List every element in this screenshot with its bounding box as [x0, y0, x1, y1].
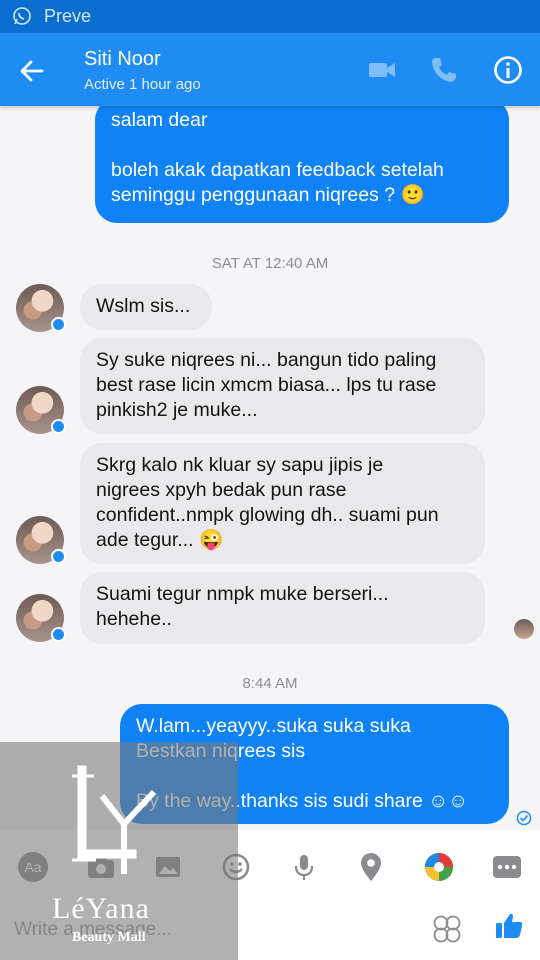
message-text: boleh akak dapatkan feedback setelah	[111, 159, 444, 181]
message-text: Wslm sis...	[96, 295, 191, 317]
location-icon[interactable]	[354, 850, 388, 884]
message-text: Sy suke niqrees ni... bangun tido paling	[96, 349, 437, 371]
avatar[interactable]	[16, 284, 66, 332]
message-text: best rase licin xmcm biasa... lps tu ras…	[96, 374, 437, 396]
avatar[interactable]	[16, 386, 66, 434]
message-text: confident..nmpk glowing dh.. suami pun	[96, 504, 439, 526]
messenger-badge-icon	[51, 419, 66, 434]
microphone-icon[interactable]	[287, 850, 321, 884]
message-text: pinkish2 je muke...	[96, 399, 258, 421]
message-timestamp: 8:44 AM	[242, 675, 298, 692]
contact-name[interactable]: Siti Noor	[84, 48, 161, 71]
brand-logo-icon	[72, 765, 157, 874]
video-call-icon[interactable]	[366, 54, 398, 86]
back-arrow-icon[interactable]	[18, 57, 46, 85]
message-text: hehehe..	[96, 608, 172, 630]
incoming-message[interactable]: Sy suke niqrees ni... bangun tido paling…	[80, 338, 485, 434]
message-list[interactable]: salam dear boleh akak dapatkan feedback …	[0, 106, 540, 830]
message-text: Suami tegur nmpk muke berseri...	[96, 583, 389, 605]
delivered-check-icon	[516, 810, 532, 826]
message-text-part: seminggu penggunaan niqrees ? 🙂	[111, 184, 425, 206]
status-bar: Preve	[0, 0, 540, 33]
more-icon[interactable]	[490, 850, 524, 884]
info-icon[interactable]	[492, 54, 524, 86]
games-icon[interactable]	[422, 850, 456, 884]
incoming-message[interactable]: Skrg kalo nk kluar sy sapu jipis je nigr…	[80, 443, 485, 564]
watermark-brand: LéYana	[52, 892, 150, 925]
message-text: salam dear	[111, 109, 208, 131]
messenger-badge-icon	[51, 627, 66, 642]
watermark-subtitle: Beauty Mall	[72, 930, 146, 945]
message-text: seminggu penggunaan niqrees ? 🙂	[111, 183, 493, 208]
contact-active-status: Active 1 hour ago	[84, 76, 201, 93]
message-text: Skrg kalo nk kluar sy sapu jipis je	[96, 454, 384, 476]
status-bar-label: Preve	[44, 6, 92, 26]
message-text: W.lam...yeayyy..suka suka suka	[136, 715, 411, 737]
incoming-message[interactable]: Suami tegur nmpk muke berseri... hehehe.…	[80, 572, 485, 644]
phone-icon[interactable]	[428, 54, 460, 86]
avatar[interactable]	[16, 594, 66, 642]
conversation-header: Siti Noor Active 1 hour ago	[0, 33, 540, 106]
whatsapp-icon	[13, 7, 31, 25]
message-text: ade tegur... 😜	[96, 529, 224, 551]
seen-receipt-avatar	[514, 619, 534, 639]
avatar[interactable]	[16, 516, 66, 564]
messenger-badge-icon	[51, 317, 66, 332]
messenger-badge-icon	[51, 549, 66, 564]
stickers-icon[interactable]	[432, 914, 462, 944]
message-text: nigrees xpyh bedak pun rase	[96, 479, 347, 501]
incoming-message[interactable]: Wslm sis...	[80, 284, 212, 330]
message-timestamp: SAT AT 12:40 AM	[211, 255, 329, 272]
outgoing-message[interactable]: salam dear boleh akak dapatkan feedback …	[95, 106, 509, 223]
thumbs-up-icon[interactable]	[494, 910, 524, 940]
